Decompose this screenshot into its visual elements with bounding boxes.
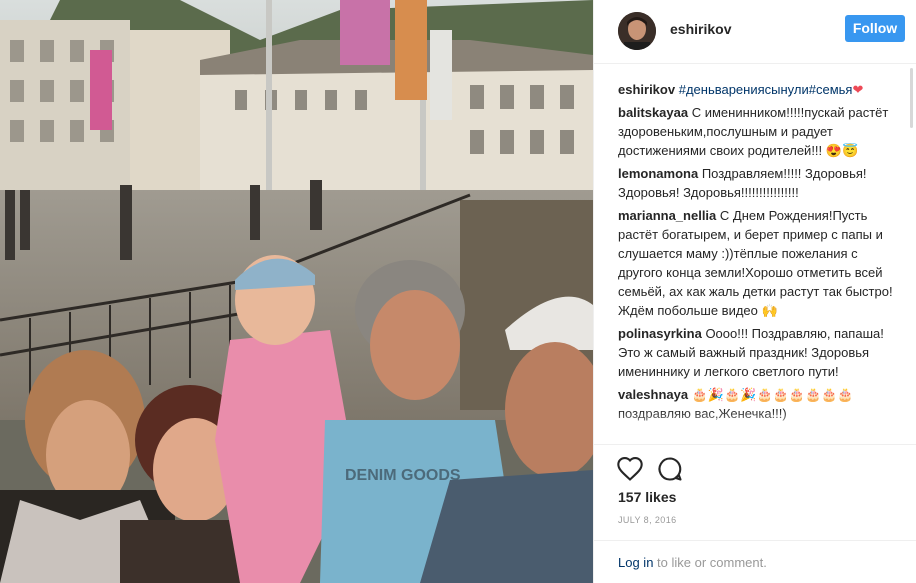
avatar[interactable] xyxy=(618,12,656,50)
heart-icon[interactable] xyxy=(616,455,644,483)
svg-text:DENIM GOODS: DENIM GOODS xyxy=(345,467,461,484)
avatar-image xyxy=(618,12,656,50)
post-actions: 157 likes JULY 8, 2016 xyxy=(594,444,916,540)
follow-button[interactable]: Follow xyxy=(845,15,905,42)
comment-text: С Днем Рождения!Пусть растёт богатырем, … xyxy=(618,208,893,318)
comment-username[interactable]: valeshnaya xyxy=(618,387,688,402)
login-link[interactable]: Log in xyxy=(618,555,653,570)
post-view: DENIM GOODS eshirikov Follow eshirikov #… xyxy=(0,0,916,583)
comment-username[interactable]: marianna_nellia xyxy=(618,208,716,223)
list-item: marianna_nellia С Днем Рождения!Пусть ра… xyxy=(618,206,894,320)
caption-hashtags[interactable]: #деньварениясынули#семья xyxy=(679,82,853,97)
post-side-panel: eshirikov Follow eshirikov #деньваренияс… xyxy=(593,0,916,583)
login-footer: Log in to like or comment. xyxy=(594,540,916,583)
caption: eshirikov #деньварениясынули#семья❤ xyxy=(618,80,894,99)
scrollbar-thumb[interactable] xyxy=(910,68,913,128)
login-prompt: Log in to like or comment. xyxy=(618,555,767,570)
comment-fade xyxy=(618,410,894,440)
comment-list: eshirikov #деньварениясынули#семья❤ bali… xyxy=(618,80,894,440)
post-date: JULY 8, 2016 xyxy=(618,515,677,525)
likes-count[interactable]: 157 likes xyxy=(618,489,676,505)
heart-emoji-icon: ❤ xyxy=(852,82,864,97)
post-photo[interactable]: DENIM GOODS xyxy=(0,0,593,583)
header-username[interactable]: eshirikov xyxy=(670,21,731,37)
comment-username[interactable]: lemonamona xyxy=(618,166,698,181)
comment-username[interactable]: polinasyrkina xyxy=(618,326,702,341)
post-header: eshirikov Follow xyxy=(594,0,916,64)
login-prompt-text: to like or comment. xyxy=(657,555,767,570)
comment-scrollbar[interactable] xyxy=(910,68,914,448)
comment-username[interactable]: balitskayaa xyxy=(618,105,688,120)
family-photo-image: DENIM GOODS xyxy=(0,0,593,583)
caption-username[interactable]: eshirikov xyxy=(618,82,675,97)
list-item: balitskayaa С именинником!!!!!пускай рас… xyxy=(618,103,894,160)
list-item: polinasyrkina Оооо!!! Поздравляю, папаша… xyxy=(618,324,894,381)
list-item: lemonamona Поздравляем!!!!! Здоровья! Зд… xyxy=(618,164,894,202)
comment-icon[interactable] xyxy=(656,455,684,483)
